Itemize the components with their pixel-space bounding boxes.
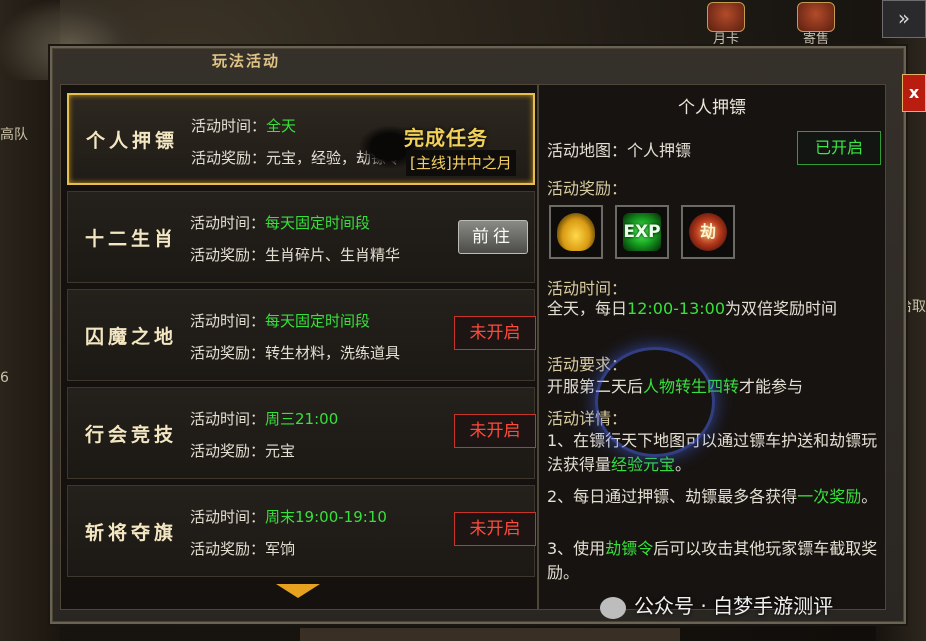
activity-reward: 活动奖励：生肖碎片、生肖精华: [190, 246, 401, 264]
activity-item-capture-flag[interactable]: 斩将夺旗 活动时间：周末19:00-19:10 活动奖励：军饷 未开启: [67, 485, 536, 577]
money-bag-icon: [797, 2, 835, 32]
hud-left-number: 6: [0, 370, 9, 386]
detail-item-3: 3、使用劫镖令后可以攻击其他玩家镖车截取奖励。: [547, 539, 878, 582]
quest-name[interactable]: [主线]井中之月: [406, 150, 516, 176]
activity-item-zodiac[interactable]: 十二生肖 活动时间：每天固定时间段 活动奖励：生肖碎片、生肖精华 前往: [67, 191, 535, 283]
detail-title: 个人押镖: [678, 98, 746, 118]
activity-reward: 活动奖励：军饷: [190, 540, 296, 558]
exp-icon[interactable]: EXP: [615, 205, 669, 259]
activity-name: 行会竞技: [84, 423, 177, 446]
expand-hud-button[interactable]: »: [882, 0, 926, 38]
watermark: 公众号 · 白梦手游测评: [600, 590, 833, 619]
activity-item-demon-land[interactable]: 囚魔之地 活动时间：每天固定时间段 活动奖励：转生材料，洗练道具 未开启: [67, 289, 536, 381]
quest-complete-text: 完成任务: [404, 126, 488, 150]
activity-time: 活动时间：全天: [191, 117, 297, 135]
activity-time: 活动时间：每天固定时间段: [190, 214, 371, 232]
monthly-card-button[interactable]: 月卡: [700, 0, 752, 48]
activity-time: 活动时间：每天固定时间段: [190, 312, 371, 330]
time-label: 活动时间：: [547, 279, 628, 298]
activity-name: 个人押镖: [85, 129, 178, 152]
activity-time: 活动时间：周末19:00-19:10: [190, 508, 387, 526]
hud-left-label: 高队: [0, 127, 28, 143]
activity-time: 活动时间：周三21:00: [190, 410, 339, 428]
activity-name: 囚魔之地: [84, 325, 177, 348]
detail-item-2: 2、每日通过押镖、劫镖最多各获得一次奖励。: [547, 487, 878, 506]
not-open-button[interactable]: 未开启: [454, 512, 536, 546]
time-text: 全天，每日12:00-13:00为双倍奖励时间: [547, 299, 838, 318]
detail-map: 活动地图：个人押镖: [547, 141, 692, 160]
reward-icons: EXP 劫: [549, 205, 735, 259]
portal-swirl-effect: [595, 347, 715, 457]
activity-reward: 活动奖励：转生材料，洗练道具: [190, 344, 401, 362]
chat-bar: [300, 628, 680, 641]
detail-item-1: 1、在镖行天下地图可以通过镖车护送和劫镖玩法获得量经验元宝。: [547, 431, 878, 474]
quest-tracker[interactable]: 完成任务 [主线]井中之月: [330, 126, 542, 184]
status-open-button[interactable]: 已开启: [797, 131, 881, 165]
activity-name: 斩将夺旗: [84, 521, 177, 544]
close-button[interactable]: x: [902, 74, 926, 112]
activity-item-guild-arena[interactable]: 行会竞技 活动时间：周三21:00 活动奖励：元宝 未开启: [67, 387, 536, 479]
wechat-logo-icon: [600, 596, 626, 619]
calendar-icon: [707, 2, 745, 32]
escort-token-icon[interactable]: 劫: [681, 205, 735, 259]
not-open-button[interactable]: 未开启: [454, 414, 536, 448]
activity-reward: 活动奖励：元宝: [190, 442, 296, 460]
not-open-button[interactable]: 未开启: [454, 316, 536, 350]
rewards-label: 活动奖励：: [547, 179, 628, 198]
activity-name: 十二生肖: [84, 227, 177, 250]
scroll-down-icon[interactable]: [276, 584, 320, 598]
go-button[interactable]: 前往: [458, 220, 528, 254]
gold-ingot-icon[interactable]: [549, 205, 603, 259]
consignment-button[interactable]: 寄售: [790, 0, 842, 48]
activity-detail-panel: 个人押镖 活动地图：个人押镖 已开启 活动奖励： EXP 劫 活动时间： 全天，…: [538, 84, 886, 610]
window-title: 玩法活动: [211, 52, 280, 70]
